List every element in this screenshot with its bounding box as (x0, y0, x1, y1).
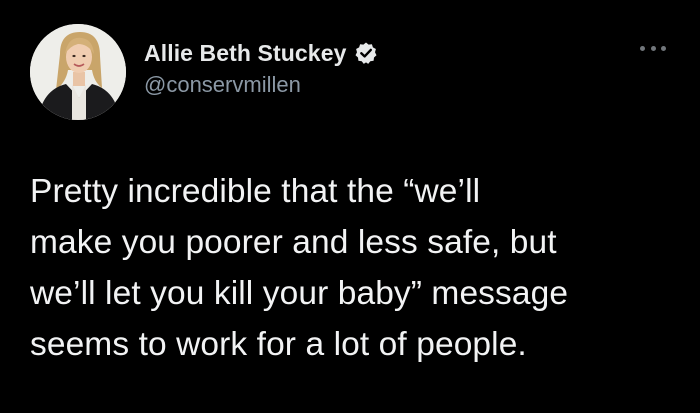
more-horizontal-icon-dot (661, 45, 666, 51)
display-name[interactable]: Allie Beth Stuckey (144, 40, 346, 67)
avatar[interactable] (30, 24, 126, 120)
tweet-text: Pretty incredible that the “we’ll make y… (30, 166, 680, 370)
more-horizontal-icon-dot (650, 45, 656, 51)
more-options-button[interactable] (640, 40, 666, 56)
tweet-text-line: we’ll let you kill your baby” message (30, 275, 569, 312)
tweet-text-line: make you poorer and less safe, but (30, 224, 557, 261)
user-info: Allie Beth Stuckey @conservmillen (144, 38, 378, 98)
verified-badge-icon (355, 42, 377, 64)
user-handle[interactable]: @conservmillen (144, 72, 378, 98)
tweet-text-line: Pretty incredible that the “we’ll (30, 173, 481, 210)
tweet-text-line: seems to work for a lot of people. (30, 326, 527, 363)
name-row: Allie Beth Stuckey (144, 38, 378, 68)
tweet-card: Allie Beth Stuckey @conservmillen Pretty… (0, 0, 700, 413)
profile-photo-icon (30, 24, 126, 120)
more-horizontal-icon (640, 45, 645, 51)
